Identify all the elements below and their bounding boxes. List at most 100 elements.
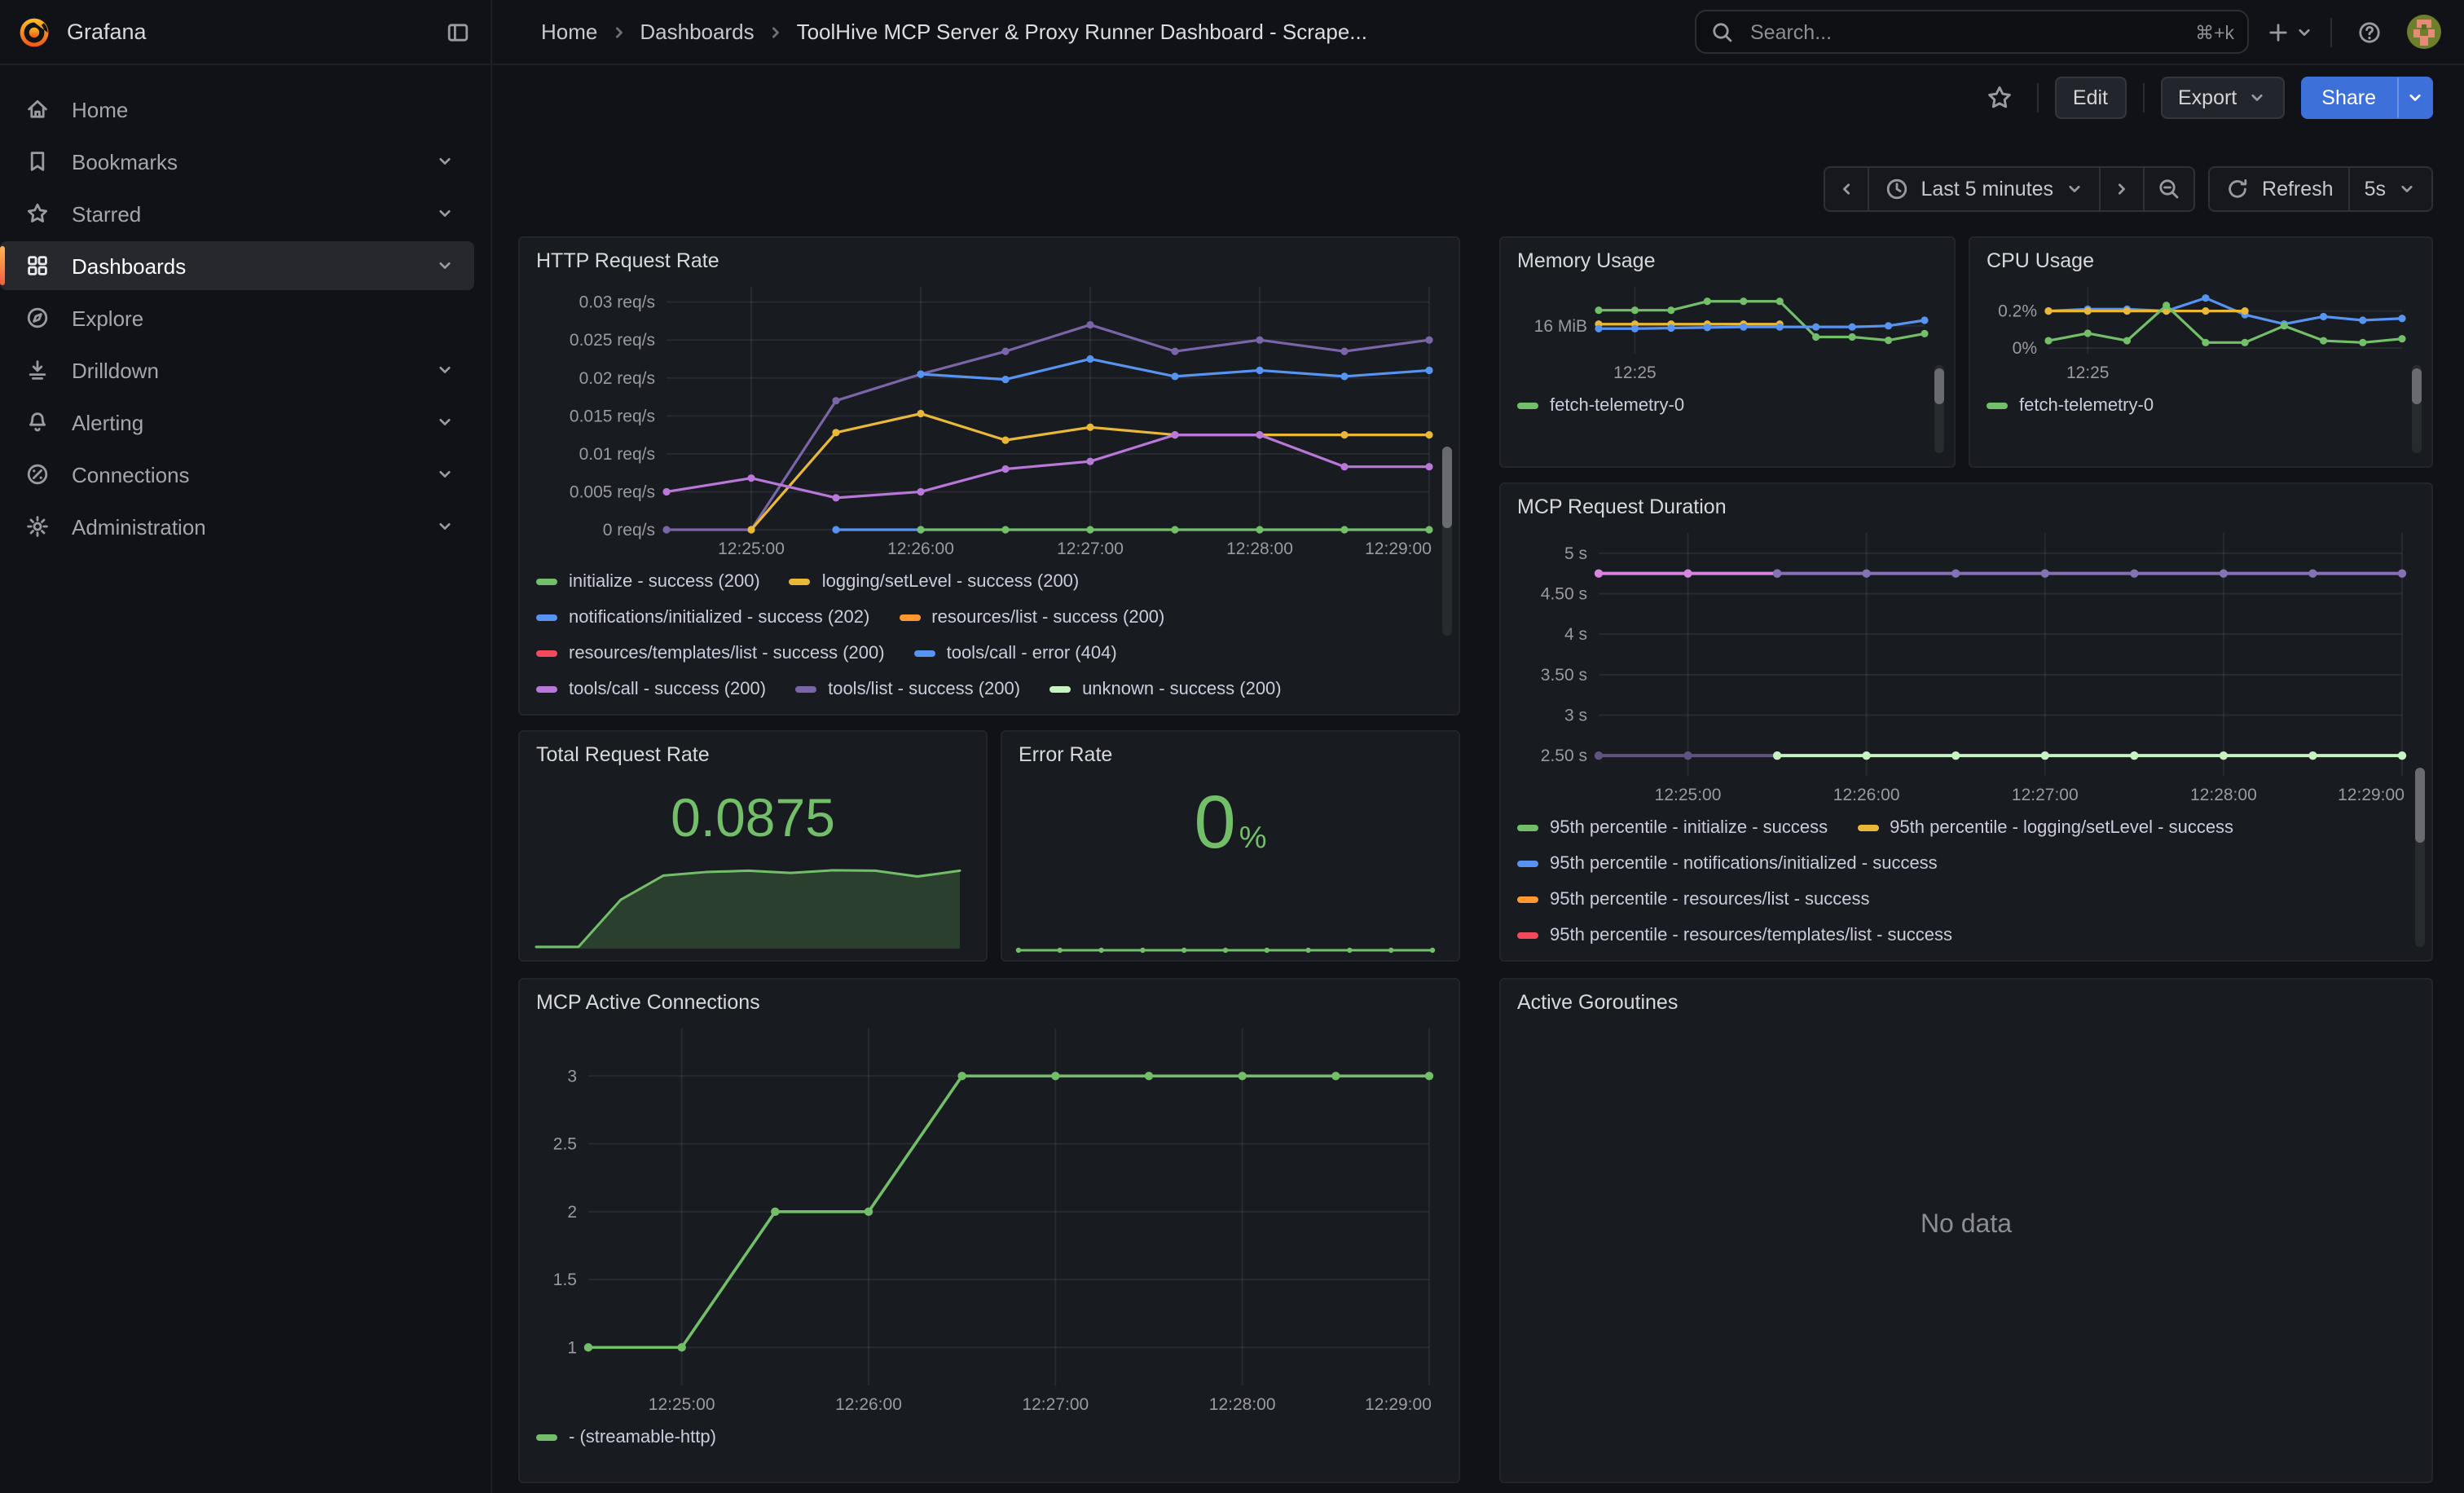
time-range-group: Last 5 minutes [1823,166,2195,212]
svg-text:12:28:00: 12:28:00 [2190,786,2257,804]
search-icon [1709,19,1736,45]
legend-item[interactable]: unknown - success (200) [1049,680,1282,698]
legend-item[interactable]: initialize - success (200) [536,572,760,592]
legend-scrollbar[interactable] [1442,447,1452,636]
panel-title[interactable]: Total Request Rate [536,743,970,766]
star-icon [24,200,51,227]
bell-icon [24,409,51,435]
breadcrumb-current: ToolHive MCP Server & Proxy Runner Dashb… [797,20,1367,44]
share-button[interactable]: Share [2300,77,2397,119]
sidebar-item-connections[interactable]: Connections [0,450,474,499]
svg-text:12:25: 12:25 [1613,363,1657,382]
svg-text:0.015 req/s: 0.015 req/s [570,407,655,425]
legend-item[interactable]: logging/setLevel - success (200) [790,572,1080,592]
legend-item[interactable]: notifications/initialized - success (202… [536,608,869,628]
panel-title[interactable]: Memory Usage [1517,249,1938,272]
legend-scrollbar[interactable] [2412,365,2422,453]
refresh-button[interactable]: Refresh [2210,168,2348,210]
sidebar-toggle-icon[interactable] [445,19,471,45]
legend-swatch [795,686,816,693]
svg-text:12:29:00: 12:29:00 [2338,786,2405,804]
panel-title[interactable]: HTTP Request Rate [536,249,1442,272]
breadcrumb-home[interactable]: Home [541,20,597,44]
chevron-down-icon[interactable] [435,412,455,432]
sidebar-item-explore[interactable]: Explore [0,293,474,342]
legend-item[interactable]: 95th percentile - resources/templates/li… [1517,926,1952,944]
legend-swatch [1517,932,1538,939]
legend-label: tools/list - success (200) [828,680,1020,698]
error-rate-sparkline[interactable] [1015,934,1445,953]
mcp-request-duration-chart[interactable]: 5 s4.50 s4 s3.50 s3 s2.50 s12:25:0012:26… [1517,523,2415,807]
help-button[interactable] [2348,11,2391,53]
sidebar-item-home[interactable]: Home [0,85,474,134]
legend-item[interactable]: tools/call - error (404) [914,644,1117,663]
search-input[interactable] [1747,19,2184,45]
breadcrumb-dashboards[interactable]: Dashboards [640,20,754,44]
chevron-down-icon[interactable] [435,152,455,171]
legend-item[interactable]: tools/list - success (200) [795,680,1020,698]
export-button[interactable]: Export [2160,77,2284,119]
legend-item[interactable]: 95th percentile - resources/list - succe… [1517,890,1870,909]
edit-button[interactable]: Edit [2055,77,2126,119]
legend-label: logging/setLevel - success (200) [822,572,1080,592]
zoom-out-button[interactable] [2143,168,2193,210]
legend-label: unknown - success (200) [1082,680,1282,698]
sidebar: HomeBookmarks Starred DashboardsExploreDri… [0,65,492,1493]
legend-scrollbar[interactable] [1934,365,1944,453]
svg-text:12:26:00: 12:26:00 [1833,786,1900,804]
user-avatar[interactable] [2407,15,2441,49]
time-shift-forward-button[interactable] [2099,168,2143,210]
sidebar-item-administration[interactable]: Administration [0,502,474,551]
time-range-picker[interactable]: Last 5 minutes [1867,168,2099,210]
search-box[interactable]: ⌘+k [1695,10,2249,54]
legend-item[interactable]: tools/call - success (200) [536,680,766,698]
svg-text:16 MiB: 16 MiB [1534,317,1587,336]
mcp-active-connections-chart[interactable]: 32.521.5112:25:0012:26:0012:27:0012:28:0… [536,1019,1442,1416]
new-button[interactable] [2265,19,2314,45]
sidebar-item-label: Starred [72,201,141,226]
http-request-rate-chart[interactable]: 0 req/s0.005 req/s0.01 req/s0.015 req/s0… [536,277,1442,561]
svg-text:12:26:00: 12:26:00 [835,1395,902,1414]
share-menu-button[interactable] [2397,77,2433,119]
refresh-interval-dropdown[interactable]: 5s [2348,168,2431,210]
chevron-down-icon[interactable] [435,360,455,380]
panel-title[interactable]: Error Rate [1019,743,1442,766]
chevron-left-icon [1836,179,1855,199]
memory-usage-chart[interactable]: 16 MiB 12:25 [1517,277,1938,385]
chevron-down-icon[interactable] [435,204,455,223]
cpu-legend: fetch-telemetry-0 [1987,388,2415,427]
legend-label: fetch-telemetry-0 [1550,396,1684,416]
legend-item[interactable]: 95th percentile - notifications/initiali… [1517,854,1938,874]
sidebar-item-drilldown[interactable]: Drilldown [0,346,474,394]
favorite-star-button[interactable] [1978,77,2021,119]
legend-scrollbar[interactable] [2415,768,2425,947]
chevron-down-icon[interactable] [435,256,455,275]
sidebar-item-dashboards[interactable]: Dashboards [0,241,474,290]
legend-item[interactable]: resources/templates/list - success (200) [536,644,885,663]
legend-item[interactable]: resources/list - success (200) [899,608,1164,628]
http-legend: initialize - success (200) logging/setLev… [536,564,1442,698]
time-shift-back-button[interactable] [1824,168,1867,210]
cpu-usage-chart[interactable]: 0.2%0%12:25 [1987,277,2415,385]
chevron-down-icon[interactable] [435,517,455,536]
legend-item[interactable]: - (streamable-http) [536,1428,716,1447]
panel-cpu-usage: CPU Usage 0.2%0%12:25 fetch-telemetry-0 [1969,236,2433,468]
panel-title[interactable]: CPU Usage [1987,249,2415,272]
legend-item[interactable]: 95th percentile - initialize - success [1517,818,1828,838]
sidebar-item-alerting[interactable]: Alerting [0,398,474,447]
legend-swatch [1987,403,2008,409]
total-request-rate-value: 0.0875 [520,787,986,849]
legend-item[interactable]: fetch-telemetry-0 [1517,396,1684,416]
sidebar-item-starred[interactable]: Starred [0,189,474,238]
panel-total-request-rate: Total Request Rate 0.0875 [518,730,988,962]
chevron-down-icon[interactable] [435,465,455,484]
legend-item[interactable]: 95th percentile - logging/setLevel - suc… [1857,818,2233,838]
panel-active-goroutines: Active Goroutines No data [1499,978,2433,1483]
panel-title[interactable]: Active Goroutines [1517,991,2415,1014]
legend-item[interactable]: fetch-telemetry-0 [1987,396,2154,416]
sidebar-item-label: Alerting [72,410,143,434]
panel-title[interactable]: MCP Active Connections [536,991,1442,1014]
sidebar-item-bookmarks[interactable]: Bookmarks [0,137,474,186]
apps-icon [24,253,51,279]
panel-title[interactable]: MCP Request Duration [1517,495,2415,518]
